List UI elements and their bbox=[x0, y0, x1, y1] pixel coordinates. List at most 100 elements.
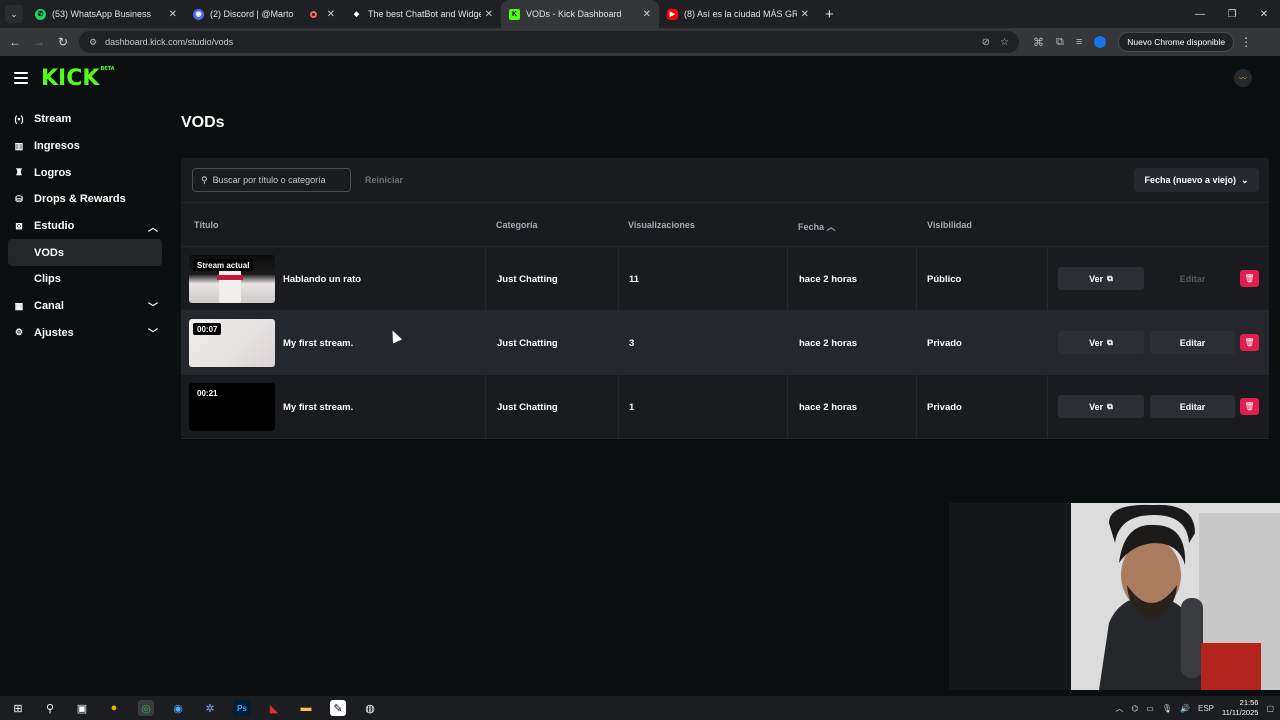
browser-tab-chatbot[interactable]: ◆ The best ChatBot and Widgets ✕ bbox=[343, 0, 501, 28]
network-icon[interactable]: ⌬ bbox=[1131, 704, 1138, 713]
view-button[interactable]: Ver ⧉ bbox=[1058, 331, 1144, 354]
column-header-date[interactable]: Fecha ︿ bbox=[798, 220, 836, 233]
column-header-category[interactable]: Categoría bbox=[496, 220, 538, 230]
sidebar-item-logros[interactable]: ♜ Logros bbox=[0, 159, 170, 186]
notifications-icon[interactable]: ▢ bbox=[1266, 704, 1274, 713]
new-tab-button[interactable]: + bbox=[825, 6, 834, 23]
close-window-icon[interactable]: ✕ bbox=[1248, 0, 1280, 28]
close-icon[interactable]: ✕ bbox=[327, 9, 335, 20]
recording-icon bbox=[309, 10, 317, 18]
app-icon-1[interactable]: ● bbox=[106, 700, 122, 716]
column-header-date-label: Fecha bbox=[798, 222, 825, 232]
column-header-views[interactable]: Visualizaciones bbox=[628, 220, 695, 230]
restore-icon[interactable]: ❐ bbox=[1216, 0, 1248, 28]
sidebar-item-estudio[interactable]: ⊠ Estudio ︿ bbox=[0, 213, 170, 240]
table-row[interactable]: 00:21 My first stream. Just Chatting 1 h… bbox=[181, 375, 1269, 439]
kick-icon: K bbox=[509, 8, 520, 20]
windows-start-icon[interactable]: ⊞ bbox=[10, 700, 26, 716]
bookmark-star-icon[interactable]: ☆ bbox=[1000, 37, 1009, 48]
kick-logo[interactable]: KICKBETA bbox=[41, 66, 115, 91]
vod-thumbnail[interactable]: 00:21 bbox=[189, 383, 275, 431]
microphone-icon[interactable]: 🎙 bbox=[1162, 704, 1172, 713]
task-view-icon[interactable]: ▣ bbox=[74, 700, 90, 716]
column-header-title[interactable]: Título bbox=[194, 220, 219, 230]
delete-button[interactable]: 🗑 bbox=[1240, 334, 1259, 351]
media-controls-icon[interactable]: ≡ bbox=[1076, 36, 1082, 48]
page-title: VODs bbox=[181, 114, 225, 131]
site-info-icon[interactable]: ⚙ bbox=[89, 37, 97, 48]
vod-title[interactable]: Hablando un rato bbox=[283, 247, 361, 311]
app-icon-4[interactable]: ◣ bbox=[266, 700, 282, 716]
file-explorer-icon[interactable]: ▬ bbox=[298, 700, 314, 716]
browser-tab-kick[interactable]: K VODs - Kick Dashboard ✕ bbox=[501, 0, 659, 28]
vod-category: Just Chatting bbox=[497, 273, 558, 285]
profile-globe-icon[interactable] bbox=[1094, 36, 1107, 48]
url-bar[interactable]: ⚙ dashboard.kick.com/studio/vods ⊘ ☆ bbox=[79, 31, 1019, 53]
capcut-icon[interactable]: ✎ bbox=[330, 700, 346, 716]
search-input[interactable]: ⚲ Buscar por título o categoría bbox=[192, 168, 351, 192]
translate-icon[interactable]: ⌘ bbox=[1033, 36, 1044, 49]
chrome-menu-icon[interactable]: ⋮ bbox=[1240, 35, 1252, 49]
vod-date: hace 2 horas bbox=[799, 273, 858, 285]
youtube-icon: ▶ bbox=[667, 8, 678, 20]
close-icon[interactable]: ✕ bbox=[485, 9, 493, 20]
browser-tab-youtube[interactable]: ▶ (8) Así es la ciudad MÁS GRANDE ✕ bbox=[659, 0, 817, 28]
table-row[interactable]: Stream actual Hablando un rato Just Chat… bbox=[181, 247, 1269, 311]
display-icon[interactable]: ▭ bbox=[1146, 704, 1154, 713]
vod-thumbnail[interactable]: Stream actual bbox=[189, 255, 275, 303]
tray-chevron-icon[interactable]: ︿ bbox=[1115, 703, 1123, 714]
delete-button[interactable]: 🗑 bbox=[1240, 398, 1259, 415]
delete-button[interactable]: 🗑 bbox=[1240, 270, 1259, 287]
tab-search-button[interactable]: ⌄ bbox=[5, 5, 23, 23]
sidebar-item-drops[interactable]: ⛁ Drops & Rewards bbox=[0, 186, 170, 213]
sort-dropdown[interactable]: Fecha (nuevo a viejo) ⌄ bbox=[1134, 168, 1259, 192]
sidebar-item-ingresos[interactable]: ▥ Ingresos bbox=[0, 133, 170, 160]
sort-asc-icon: ︿ bbox=[826, 222, 836, 232]
edit-button[interactable]: Editar bbox=[1150, 395, 1235, 418]
reload-icon[interactable]: ↻ bbox=[51, 35, 75, 49]
vod-thumbnail[interactable]: 00:07 bbox=[189, 319, 275, 367]
table-row[interactable]: 00:07 My first stream. Just Chatting 3 h… bbox=[181, 311, 1269, 375]
sidebar-item-ajustes[interactable]: ⚙ Ajustes ﹀ bbox=[0, 320, 170, 347]
view-button[interactable]: Ver ⧉ bbox=[1058, 267, 1144, 290]
app-icon-2[interactable]: ◉ bbox=[170, 700, 186, 716]
channel-icon: ▦ bbox=[14, 300, 24, 311]
vod-title[interactable]: My first stream. bbox=[283, 375, 353, 439]
eye-off-icon[interactable]: ⊘ bbox=[982, 37, 990, 48]
obs-icon[interactable]: ◍ bbox=[362, 700, 378, 716]
view-label: Ver bbox=[1089, 273, 1104, 284]
clock[interactable]: 21:56 11/11/2025 bbox=[1222, 698, 1258, 718]
vod-title[interactable]: My first stream. bbox=[283, 311, 353, 375]
forward-icon[interactable]: → bbox=[27, 35, 51, 49]
speaker-icon[interactable]: 🔊 bbox=[1180, 704, 1190, 713]
browser-tab-discord[interactable]: ◉ (2) Discord | @Marto ✕ bbox=[185, 0, 343, 28]
language-indicator[interactable]: ESP bbox=[1198, 704, 1214, 713]
duration-badge: 00:07 bbox=[193, 323, 222, 335]
vod-date: hace 2 horas bbox=[799, 401, 858, 413]
app-icon-3[interactable]: ✲ bbox=[202, 700, 218, 716]
minimize-icon[interactable]: — bbox=[1184, 0, 1216, 28]
back-icon[interactable]: ← bbox=[3, 35, 27, 49]
edit-button[interactable]: Editar bbox=[1150, 331, 1235, 354]
sidebar-item-canal[interactable]: ▦ Canal ﹀ bbox=[0, 293, 170, 320]
photoshop-icon[interactable]: Ps bbox=[234, 700, 250, 716]
sidebar-item-clips[interactable]: Clips bbox=[8, 266, 162, 293]
close-icon[interactable]: ✕ bbox=[643, 9, 651, 20]
column-divider bbox=[787, 311, 788, 375]
close-icon[interactable]: ✕ bbox=[169, 9, 177, 20]
trash-icon: 🗑 bbox=[1244, 274, 1255, 283]
search-icon[interactable]: ⚲ bbox=[42, 700, 58, 716]
chrome-update-button[interactable]: Nuevo Chrome disponible bbox=[1118, 32, 1235, 52]
sidebar-item-stream[interactable]: (•) Stream bbox=[0, 106, 170, 133]
column-divider bbox=[1047, 247, 1048, 311]
reset-button[interactable]: Reiniciar bbox=[365, 175, 403, 185]
close-icon[interactable]: ✕ bbox=[801, 9, 809, 20]
column-header-visibility[interactable]: Visibilidad bbox=[927, 220, 972, 230]
extensions-icon[interactable]: ⧉ bbox=[1056, 36, 1064, 49]
chrome-taskbar-icon[interactable]: ◎ bbox=[138, 700, 154, 716]
menu-icon[interactable] bbox=[14, 72, 28, 84]
browser-tab-whatsapp[interactable]: ✆ (53) WhatsApp Business ✕ bbox=[27, 0, 185, 28]
avatar[interactable]: 〰 bbox=[1234, 69, 1252, 87]
view-button[interactable]: Ver ⧉ bbox=[1058, 395, 1144, 418]
sidebar-item-vods[interactable]: VODs bbox=[8, 239, 162, 267]
